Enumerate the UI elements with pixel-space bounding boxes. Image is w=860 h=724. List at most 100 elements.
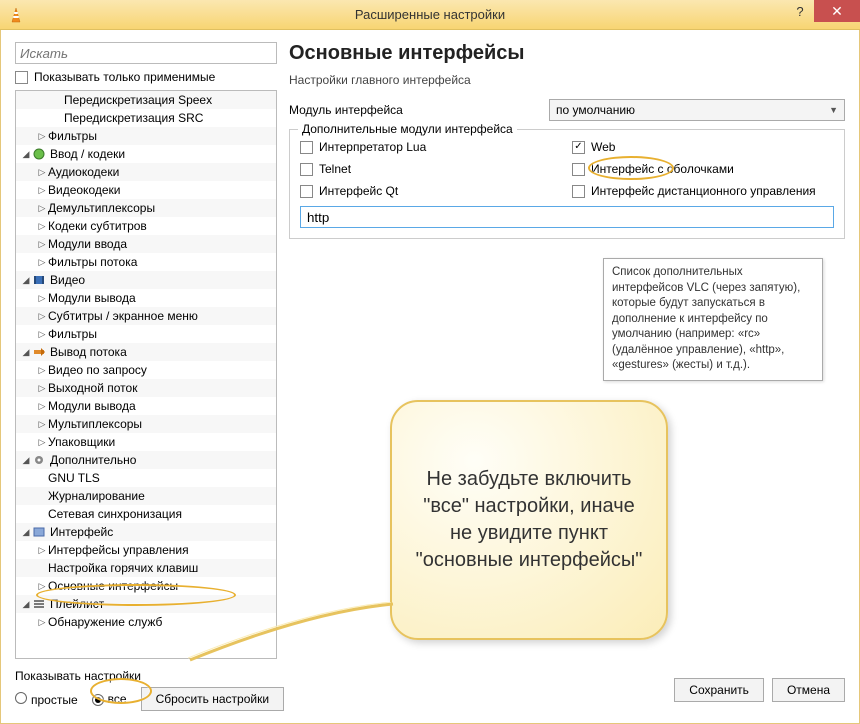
tree-item[interactable]: ◢Интерфейс: [16, 523, 276, 541]
disclosure-icon[interactable]: ▷: [36, 185, 48, 196]
search-input[interactable]: [15, 42, 277, 64]
tree-item[interactable]: Передискретизация Speex: [16, 91, 276, 109]
qt-checkbox[interactable]: [300, 185, 313, 198]
web-label: Web: [591, 140, 615, 154]
disclosure-icon[interactable]: ▷: [36, 257, 48, 268]
remote-checkbox[interactable]: [572, 185, 585, 198]
tree-item[interactable]: ▷Модули вывода: [16, 289, 276, 307]
skins-checkbox[interactable]: [572, 163, 585, 176]
reset-button[interactable]: Сбросить настройки: [141, 687, 284, 711]
tree-item-label: Фильтры: [48, 327, 97, 341]
tree-item[interactable]: ▷Демультиплексоры: [16, 199, 276, 217]
tree-item-label: Передискретизация Speex: [64, 93, 212, 107]
disclosure-icon[interactable]: ▷: [36, 239, 48, 250]
extra-interfaces-fieldset: Дополнительные модули интерфейса Интерпр…: [289, 129, 845, 239]
tree-item[interactable]: ▷Модули вывода: [16, 397, 276, 415]
tree-item[interactable]: ▷Видеокодеки: [16, 181, 276, 199]
disclosure-icon[interactable]: ▷: [36, 581, 48, 592]
radio-all[interactable]: все: [92, 692, 127, 706]
disclosure-icon[interactable]: ▷: [36, 131, 48, 142]
tree-item[interactable]: ▷Выходной поток: [16, 379, 276, 397]
telnet-label: Telnet: [319, 162, 351, 176]
radio-simple[interactable]: простые: [15, 692, 78, 707]
tree-item[interactable]: Сетевая синхронизация: [16, 505, 276, 523]
disclosure-icon[interactable]: ◢: [20, 149, 32, 160]
disclosure-icon[interactable]: ▷: [36, 221, 48, 232]
tree-item[interactable]: ▷Фильтры: [16, 325, 276, 343]
tree-item-label: Интерфейсы управления: [48, 543, 189, 557]
web-checkbox[interactable]: [572, 141, 585, 154]
disclosure-icon[interactable]: ◢: [20, 455, 32, 466]
disclosure-icon[interactable]: ▷: [36, 617, 48, 628]
disclosure-icon[interactable]: ▷: [36, 167, 48, 178]
settings-tree[interactable]: Передискретизация Speex Передискретизация…: [15, 90, 277, 659]
tree-item[interactable]: Журналирование: [16, 487, 276, 505]
tree-item[interactable]: ◢Ввод / кодеки: [16, 145, 276, 163]
disclosure-icon[interactable]: ▷: [36, 437, 48, 448]
tree-item-label: Субтитры / экранное меню: [48, 309, 198, 323]
disclosure-icon[interactable]: ▷: [36, 203, 48, 214]
disc-icon: [32, 147, 46, 161]
panel-icon: [32, 525, 46, 539]
interface-module-dropdown[interactable]: по умолчанию ▼: [549, 99, 845, 121]
tree-item-label: Аудиокодеки: [48, 165, 119, 179]
tree-item[interactable]: ◢Видео: [16, 271, 276, 289]
disclosure-icon[interactable]: ▷: [36, 365, 48, 376]
tree-item-label: Упаковщики: [48, 435, 115, 449]
tree-item-label: Вывод потока: [50, 345, 127, 359]
tree-item-label: Передискретизация SRC: [64, 111, 203, 125]
window-title: Расширенные настройки: [0, 7, 860, 22]
list-icon: [32, 597, 46, 611]
tree-item[interactable]: ▷Модули ввода: [16, 235, 276, 253]
tree-item-label: Дополнительно: [50, 453, 136, 467]
tree-item[interactable]: GNU TLS: [16, 469, 276, 487]
save-button[interactable]: Сохранить: [674, 678, 764, 702]
tree-item-label: Основные интерфейсы: [48, 579, 178, 593]
disclosure-icon[interactable]: ◢: [20, 275, 32, 286]
tree-item[interactable]: ▷Интерфейсы управления: [16, 541, 276, 559]
skins-label: Интерфейс с оболочками: [591, 162, 734, 176]
tree-item[interactable]: ▷Мультиплексоры: [16, 415, 276, 433]
tree-item[interactable]: ◢ Дополнительно: [16, 451, 276, 469]
tree-item[interactable]: ▷Кодеки субтитров: [16, 217, 276, 235]
disclosure-icon[interactable]: ▷: [36, 401, 48, 412]
disclosure-icon[interactable]: ▷: [36, 311, 48, 322]
lua-checkbox[interactable]: [300, 141, 313, 154]
tree-item-label: Плейлист: [50, 597, 104, 611]
tree-item[interactable]: ▷Обнаружение служб: [16, 613, 276, 631]
disclosure-icon[interactable]: ◢: [20, 347, 32, 358]
tree-item[interactable]: Настройка горячих клавиш: [16, 559, 276, 577]
disclosure-icon[interactable]: ▷: [36, 419, 48, 430]
tree-item[interactable]: ▷Фильтры: [16, 127, 276, 145]
gear-icon: [32, 453, 46, 467]
disclosure-icon[interactable]: ◢: [20, 599, 32, 610]
tree-item-label: Выходной поток: [48, 381, 137, 395]
tree-item[interactable]: ◢ Вывод потока: [16, 343, 276, 361]
fieldset-legend: Дополнительные модули интерфейса: [298, 122, 517, 136]
tree-item-label: Видео по запросу: [48, 363, 147, 377]
close-button[interactable]: ✕: [814, 0, 860, 22]
tree-item[interactable]: ▷Аудиокодеки: [16, 163, 276, 181]
only-applicable-checkbox[interactable]: [15, 71, 28, 84]
tree-item[interactable]: ▷Видео по запросу: [16, 361, 276, 379]
telnet-checkbox[interactable]: [300, 163, 313, 176]
tree-item[interactable]: ▷Субтитры / экранное меню: [16, 307, 276, 325]
tree-item-label: GNU TLS: [48, 471, 100, 485]
help-button[interactable]: ?: [786, 0, 814, 22]
tree-item[interactable]: ▷Упаковщики: [16, 433, 276, 451]
tree-item-label: Сетевая синхронизация: [48, 507, 182, 521]
disclosure-icon[interactable]: ◢: [20, 527, 32, 538]
tree-item[interactable]: ▷Основные интерфейсы: [16, 577, 276, 595]
tree-item[interactable]: Передискретизация SRC: [16, 109, 276, 127]
disclosure-icon[interactable]: ▷: [36, 383, 48, 394]
tree-item[interactable]: ▷Фильтры потока: [16, 253, 276, 271]
tree-item[interactable]: ◢ Плейлист: [16, 595, 276, 613]
tooltip: Список дополнительных интерфейсов VLC (ч…: [603, 258, 823, 381]
lua-label: Интерпретатор Lua: [319, 140, 426, 154]
cancel-button[interactable]: Отмена: [772, 678, 845, 702]
disclosure-icon[interactable]: ▷: [36, 293, 48, 304]
tree-item-label: Кодеки субтитров: [48, 219, 147, 233]
extra-interfaces-input[interactable]: [300, 206, 834, 228]
disclosure-icon[interactable]: ▷: [36, 329, 48, 340]
disclosure-icon[interactable]: ▷: [36, 545, 48, 556]
